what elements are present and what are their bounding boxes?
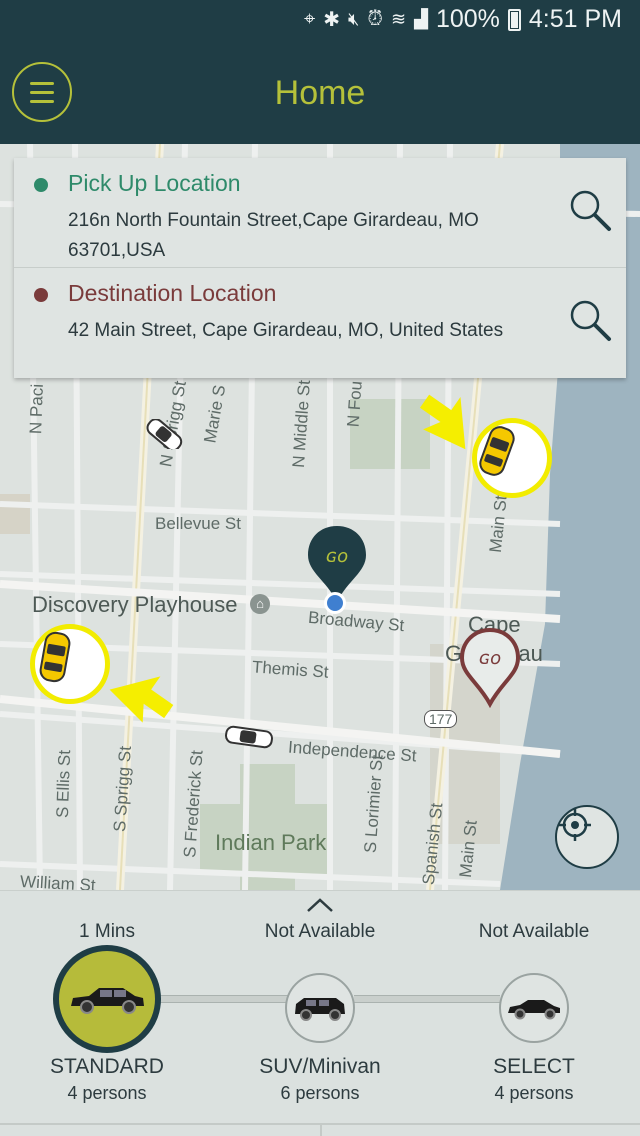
bottom-divider-vertical [320,1123,322,1136]
taxi-icon [39,631,71,683]
page-title: Home [274,74,366,112]
signal-icon: ▟ [414,9,428,29]
battery-percent: 100% [435,5,500,33]
app-bar: Home [0,40,640,144]
svg-text:ɢo: ɢo [479,648,501,669]
vehicle-icon-circle[interactable] [499,973,569,1043]
map-label-n-fou: N Fou [343,380,366,428]
bluetooth-icon: ✱ [323,9,341,31]
chevron-up-icon[interactable] [305,897,335,913]
destination-address: 42 Main Street, Cape Girardeau, MO, Unit… [68,320,504,341]
pickup-dot-icon [34,178,48,192]
vehicle-capacity: 4 persons [67,1083,147,1103]
pickup-location-label: Pick Up Location [68,170,241,196]
wifi-icon: ≋ [391,9,407,29]
vehicle-capacity: 4 persons [494,1083,574,1103]
highlighted-car-marker[interactable] [472,418,552,498]
map-label-discovery: Discovery Playhouse [32,592,238,617]
search-icon[interactable] [568,298,612,342]
pickup-address: 216n North Fountain Street,Cape Girardea… [68,210,479,261]
pickup-location-row[interactable]: Pick Up Location 216n North Fountain Str… [14,158,626,268]
arrow-icon [419,394,466,450]
vehicle-capacity: 6 persons [280,1083,360,1103]
taxi-icon [479,426,515,476]
vehicle-icon-circle[interactable] [53,945,161,1053]
mute-icon: 🔇︎ [348,9,360,29]
location-card: Pick Up Location 216n North Fountain Str… [14,158,626,378]
vehicle-icon-circle[interactable] [285,973,355,1043]
connector-line [160,995,290,1003]
vehicle-eta: Not Available [478,921,590,942]
current-location-dot [324,592,346,614]
destination-location-row[interactable]: Destination Location 42 Main Street, Cap… [14,268,626,378]
battery-icon [507,8,521,31]
arrow-icon [109,676,174,723]
search-icon[interactable] [568,188,612,232]
car-marker-icon[interactable] [222,724,276,750]
museum-icon: ⌂ [250,594,270,614]
map-label-bellevue: Bellevue St [155,514,241,533]
map-label-n-paci: N Paci [26,383,47,435]
destination-pin-icon[interactable]: ɢo [458,626,522,708]
vehicle-eta: Not Available [264,921,376,942]
status-bar-right: ⌖ ✱ 🔇︎ ⏰︎ ≋ ▟ 100% 4:51 PM [304,5,622,34]
destination-location-label: Destination Location [68,280,277,306]
location-icon: ⌖ [304,8,316,30]
vehicle-name: SELECT [493,1055,575,1078]
destination-dot-icon [34,288,48,302]
vehicle-name: SUV/Minivan [259,1055,381,1078]
map-label-s-ellis: S Ellis St [52,749,75,819]
vehicle-eta: 1 Mins [79,921,135,942]
map-label-william: William St [19,872,97,890]
status-bar: ⌖ ✱ 🔇︎ ⏰︎ ≋ ▟ 100% 4:51 PM [0,0,640,40]
route-shield-177: 177 [424,710,458,728]
vehicle-name: STANDARD [50,1055,164,1078]
my-location-button[interactable] [555,805,619,869]
crosshair-icon [559,809,591,841]
car-marker-icon[interactable] [140,419,190,449]
status-time: 4:51 PM [528,5,622,33]
luxury-sedan-icon [508,1000,560,1020]
connector-line [354,995,500,1003]
svg-text:ɢo: ɢo [326,546,348,567]
vehicle-selector-panel: 1 Mins STANDARD 4 persons Not Available [0,890,640,1136]
alarm-icon: ⏰︎ [367,8,383,30]
highlighted-car-marker[interactable] [30,624,110,704]
suv-icon [295,998,345,1021]
map-label-indian-park: Indian Park [215,830,327,855]
sedan-icon [71,988,144,1014]
